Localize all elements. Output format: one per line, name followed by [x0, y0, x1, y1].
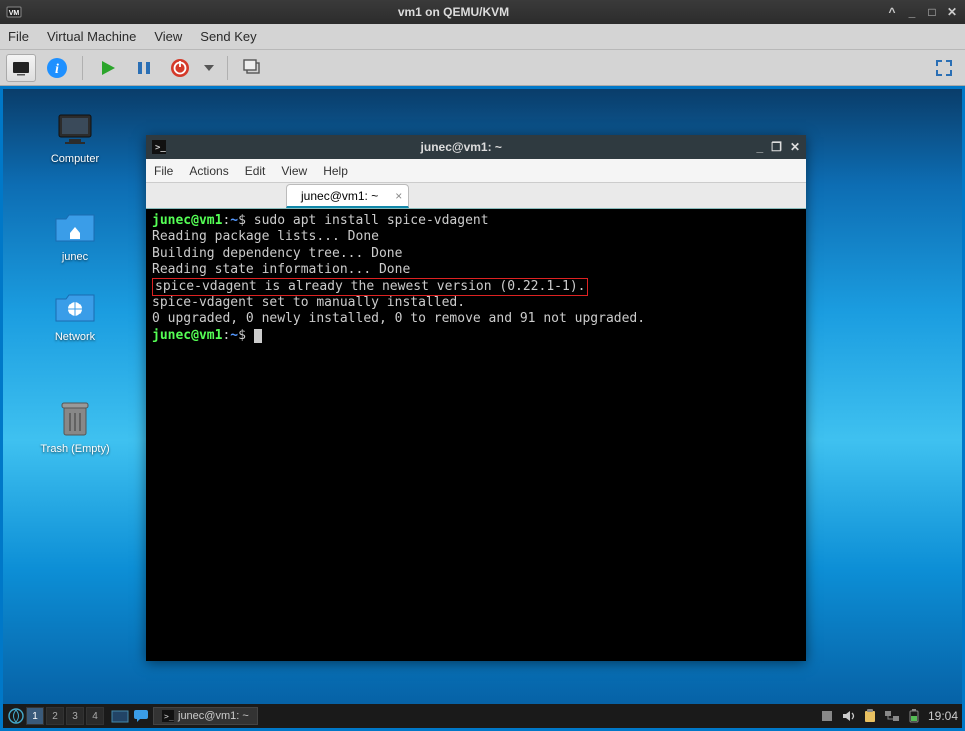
power-tray-icon[interactable] [908, 709, 920, 723]
output-line: 0 upgraded, 0 newly installed, 0 to remo… [152, 311, 645, 326]
pause-button[interactable] [129, 54, 159, 82]
menu-sendkey[interactable]: Send Key [200, 29, 256, 44]
desktop-icon-label: junec [35, 251, 115, 263]
taskbar-task-terminal[interactable]: >_ junec@vm1: ~ [153, 707, 258, 725]
shutdown-dropdown[interactable] [201, 54, 217, 82]
terminal-tab-label: junec@vm1: ~ [301, 189, 378, 203]
virt-viewer-icon: VM [6, 4, 22, 20]
desktop-icon-label: Computer [35, 153, 115, 165]
terminal-tabbar: junec@vm1: ~ × [146, 183, 806, 209]
separator [82, 56, 83, 80]
menu-view[interactable]: View [154, 29, 182, 44]
minimize-icon[interactable]: _ [905, 5, 919, 19]
outer-toolbar: i [0, 50, 965, 86]
computer-icon [53, 109, 97, 149]
desktop-icon-trash[interactable]: Trash (Empty) [35, 399, 115, 455]
menu-vm[interactable]: Virtual Machine [47, 29, 136, 44]
term-menu-view[interactable]: View [281, 164, 307, 178]
taskbar-clock[interactable]: 19:04 [928, 709, 958, 723]
terminal-icon: >_ [162, 710, 174, 722]
output-line: Reading state information... Done [152, 262, 410, 277]
outer-window-title: vm1 on QEMU/KVM [22, 5, 885, 19]
virt-viewer-window: VM vm1 on QEMU/KVM ^ _ □ ✕ File Virtual … [0, 0, 965, 731]
terminal-icon: >_ [152, 140, 166, 154]
outer-menubar: File Virtual Machine View Send Key [0, 24, 965, 50]
term-menu-actions[interactable]: Actions [189, 164, 228, 178]
trash-icon [53, 399, 97, 439]
workspace-3[interactable]: 3 [66, 707, 84, 725]
network-tray-icon[interactable] [884, 709, 900, 723]
terminal-window: >_ junec@vm1: ~ _ ❐ ✕ File Actions Edit … [146, 135, 806, 661]
clipboard-icon[interactable] [864, 709, 876, 723]
command-text: sudo apt install spice-vdagent [254, 213, 489, 228]
notifications-icon[interactable] [820, 709, 834, 723]
keep-above-icon[interactable]: ^ [885, 5, 899, 19]
terminal-body[interactable]: junec@vm1:~$ sudo apt install spice-vdag… [146, 209, 806, 661]
svg-text:>_: >_ [164, 712, 174, 721]
desktop-icon-label: Network [35, 331, 115, 343]
chat-tray-icon[interactable] [133, 709, 149, 723]
console-button[interactable] [6, 54, 36, 82]
close-icon[interactable]: ✕ [790, 140, 800, 154]
guest-taskbar: 1 2 3 4 >_ junec@vm1: ~ 19:04 [3, 704, 962, 728]
term-menu-edit[interactable]: Edit [245, 164, 266, 178]
terminal-window-title: junec@vm1: ~ [166, 140, 756, 154]
play-button[interactable] [93, 54, 123, 82]
workspace-1[interactable]: 1 [26, 707, 44, 725]
desktop-icon-computer[interactable]: Computer [35, 109, 115, 165]
cursor [254, 329, 262, 343]
info-button[interactable]: i [42, 54, 72, 82]
fullscreen-button[interactable] [929, 54, 959, 82]
home-folder-icon [53, 207, 97, 247]
menu-file[interactable]: File [8, 29, 29, 44]
volume-icon[interactable] [842, 709, 856, 723]
close-icon[interactable]: ✕ [945, 5, 959, 19]
output-line: Building dependency tree... Done [152, 246, 402, 261]
guest-desktop[interactable]: Computer junec Network Trash (Empty) >_ … [0, 86, 965, 731]
term-menu-file[interactable]: File [154, 164, 173, 178]
show-desktop-icon[interactable] [111, 708, 129, 724]
output-line: Reading package lists... Done [152, 229, 379, 244]
prompt-path: ~ [230, 213, 238, 228]
prompt-path: ~ [230, 328, 238, 343]
desktop-icon-label: Trash (Empty) [35, 443, 115, 455]
prompt-user: junec@vm1 [152, 213, 222, 228]
tab-close-icon[interactable]: × [395, 189, 402, 203]
menu-launcher-icon[interactable] [7, 707, 25, 725]
prompt-user: junec@vm1 [152, 328, 222, 343]
maximize-icon[interactable]: □ [925, 5, 939, 19]
term-menu-help[interactable]: Help [323, 164, 348, 178]
network-folder-icon [53, 287, 97, 327]
svg-text:>_: >_ [155, 143, 166, 153]
workspace-4[interactable]: 4 [86, 707, 104, 725]
desktop-icon-home[interactable]: junec [35, 207, 115, 263]
svg-text:i: i [55, 62, 59, 77]
output-line: spice-vdagent set to manually installed. [152, 295, 465, 310]
maximize-icon[interactable]: ❐ [771, 140, 782, 154]
highlighted-output: spice-vdagent is already the newest vers… [152, 278, 588, 296]
snapshots-button[interactable] [238, 54, 268, 82]
terminal-titlebar[interactable]: >_ junec@vm1: ~ _ ❐ ✕ [146, 135, 806, 159]
svg-text:VM: VM [9, 10, 20, 17]
minimize-icon[interactable]: _ [756, 140, 763, 154]
taskbar-task-label: junec@vm1: ~ [178, 710, 249, 722]
system-tray: 19:04 [820, 709, 958, 723]
outer-titlebar[interactable]: VM vm1 on QEMU/KVM ^ _ □ ✕ [0, 0, 965, 24]
workspace-2[interactable]: 2 [46, 707, 64, 725]
terminal-menubar: File Actions Edit View Help [146, 159, 806, 183]
shutdown-button[interactable] [165, 54, 195, 82]
desktop-icon-network[interactable]: Network [35, 287, 115, 343]
separator [227, 56, 228, 80]
terminal-tab[interactable]: junec@vm1: ~ × [286, 184, 409, 208]
